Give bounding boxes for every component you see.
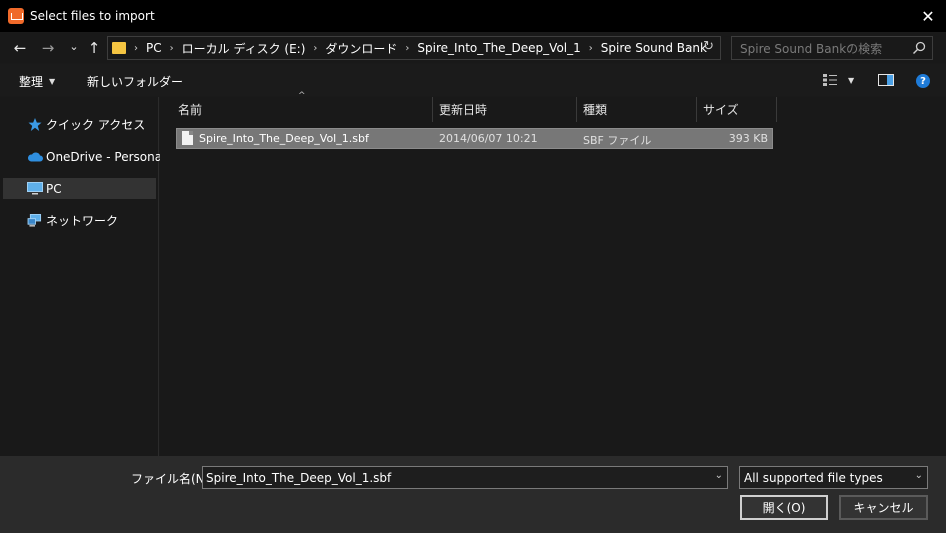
forward-button[interactable]: → [37, 37, 59, 59]
chevron-right-icon: › [405, 42, 410, 54]
breadcrumb-local-disk[interactable]: ローカル ディスク (E:) [182, 40, 306, 57]
sidebar-item-label: PC [46, 181, 62, 196]
sidebar-item-onedrive[interactable]: OneDrive - Personal [3, 146, 165, 167]
column-header-label: 名前 [178, 103, 203, 117]
title-bar: Select files to import ✕ [0, 0, 946, 32]
preview-pane-button[interactable] [878, 74, 894, 89]
sidebar-item-label: OneDrive - Personal [46, 149, 166, 164]
column-header-label: サイズ [703, 103, 739, 117]
arrow-left-icon: ← [13, 39, 27, 57]
chevron-down-icon[interactable]: ⌄ [715, 470, 723, 481]
file-icon [182, 131, 193, 145]
view-list-icon [823, 74, 837, 86]
arrow-up-icon: ↑ [87, 39, 101, 57]
sidebar-item-pc[interactable]: PC [3, 178, 156, 199]
star-icon [28, 118, 42, 131]
navigation-pane: クイック アクセス OneDrive - Personal PC ネットワーク [0, 97, 165, 456]
arrow-right-icon: → [41, 39, 55, 57]
dialog-footer: ファイル名(N): Spire_Into_The_Deep_Vol_1.sbf … [0, 456, 946, 533]
chevron-right-icon: › [169, 42, 174, 54]
search-placeholder: Spire Sound Bankの検索 [740, 41, 883, 56]
chevron-down-icon: ⌄ [914, 470, 923, 481]
refresh-button[interactable]: ↻ [703, 39, 714, 54]
close-icon: ✕ [921, 6, 935, 26]
column-header-name[interactable]: 名前 [172, 97, 433, 122]
help-icon: ? [920, 75, 926, 87]
search-input[interactable]: Spire Sound Bankの検索 [731, 36, 933, 60]
window-title: Select files to import [30, 8, 155, 23]
file-size: 393 KB [728, 132, 768, 145]
file-type: SBF ファイル [583, 134, 652, 147]
column-header-label: 更新日時 [439, 103, 488, 117]
cancel-label: キャンセル [853, 501, 914, 515]
caret-down-icon: ▼ [848, 75, 855, 85]
navigation-bar: ← → ⌄ ↑ › PC › ローカル ディスク (E:) › ダウンロード ›… [0, 33, 946, 63]
cancel-button[interactable]: キャンセル [839, 495, 928, 520]
app-icon [8, 7, 24, 24]
recent-locations-button[interactable]: ⌄ [63, 35, 85, 57]
file-type-value: All supported file types [744, 470, 883, 485]
up-button[interactable]: ↑ [83, 37, 105, 59]
organize-menu[interactable]: 整理 ▼ [19, 73, 55, 90]
file-row[interactable]: Spire_Into_The_Deep_Vol_1.sbf 2014/06/07… [176, 128, 773, 149]
sidebar-item-label: ネットワーク [46, 214, 119, 228]
sidebar-item-quick-access[interactable]: クイック アクセス [3, 114, 156, 135]
preview-pane-icon [878, 74, 894, 86]
file-type-select[interactable]: All supported file types ⌄ [739, 466, 928, 489]
column-header-type[interactable]: 種類 [577, 97, 697, 122]
chevron-down-icon: ⌄ [69, 39, 79, 53]
network-icon [27, 214, 42, 227]
chevron-right-icon: › [313, 42, 318, 54]
organize-label: 整理 [19, 75, 44, 89]
caret-down-icon: ▼ [49, 77, 56, 86]
monitor-icon [27, 182, 43, 195]
file-list: ^ 名前 更新日時 種類 サイズ Spire_Into_The_Deep_Vol… [160, 91, 946, 456]
sidebar-item-network[interactable]: ネットワーク [3, 210, 156, 231]
new-folder-button[interactable]: 新しいフォルダー [87, 73, 183, 90]
search-icon [913, 41, 926, 54]
file-date: 2014/06/07 10:21 [439, 132, 538, 145]
help-button[interactable]: ? [916, 74, 930, 88]
back-button[interactable]: ← [9, 37, 31, 59]
filename-value: Spire_Into_The_Deep_Vol_1.sbf [206, 470, 392, 485]
column-header-size[interactable]: サイズ [697, 97, 777, 122]
view-options-button[interactable]: ▼ [823, 74, 854, 86]
address-bar[interactable]: › PC › ローカル ディスク (E:) › ダウンロード › Spire_I… [107, 36, 721, 60]
column-header-date[interactable]: 更新日時 [433, 97, 577, 122]
address-dropdown-button[interactable]: ⌄ [686, 41, 694, 52]
breadcrumb-pc[interactable]: PC [146, 41, 162, 55]
breadcrumb-spire-folder[interactable]: Spire_Into_The_Deep_Vol_1 [417, 41, 580, 55]
close-button[interactable]: ✕ [916, 4, 940, 28]
command-bar: 整理 ▼ 新しいフォルダー ▼ ? [0, 64, 946, 96]
column-header-label: 種類 [583, 103, 608, 117]
breadcrumb-downloads[interactable]: ダウンロード [325, 40, 397, 57]
new-folder-label: 新しいフォルダー [87, 75, 184, 89]
cloud-icon [27, 152, 43, 162]
open-button[interactable]: 開く(O) [740, 495, 828, 520]
sidebar-item-label: クイック アクセス [46, 118, 146, 132]
filename-input[interactable]: Spire_Into_The_Deep_Vol_1.sbf ⌄ [202, 466, 728, 489]
chevron-right-icon: › [134, 42, 138, 54]
chevron-right-icon: › [588, 42, 593, 54]
folder-icon [112, 42, 126, 54]
open-label: 開く(O) [762, 501, 806, 515]
file-name: Spire_Into_The_Deep_Vol_1.sbf [199, 132, 369, 145]
